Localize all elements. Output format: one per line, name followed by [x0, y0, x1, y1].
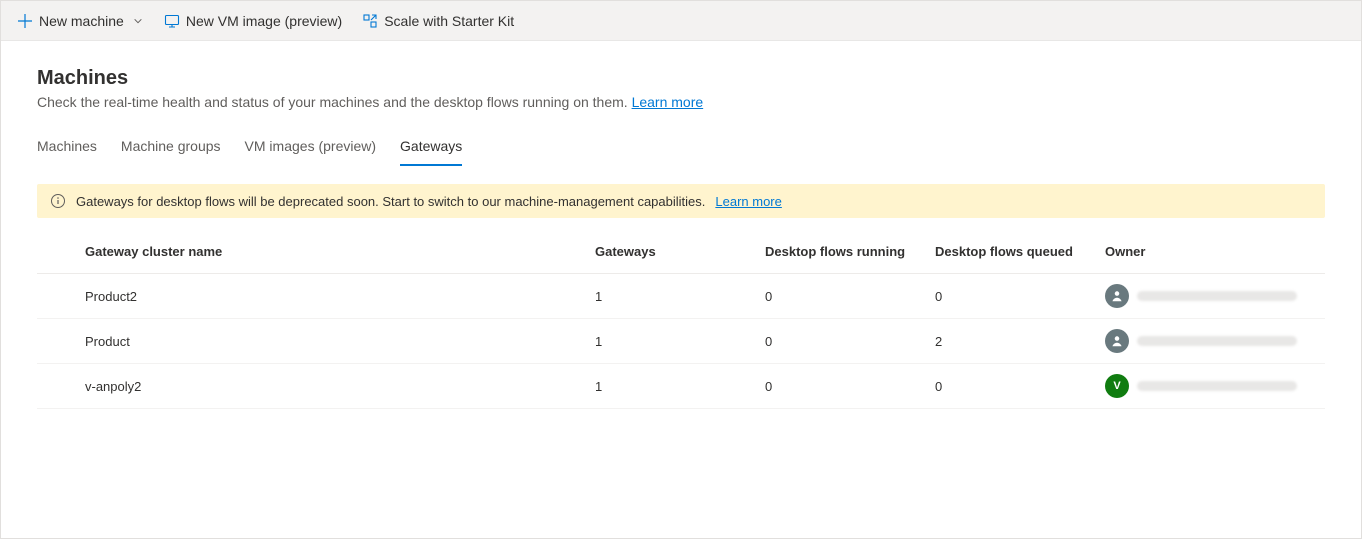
- col-header-gateways[interactable]: Gateways: [587, 230, 757, 274]
- cell-queued: 0: [927, 274, 1097, 319]
- gateways-table: Gateway cluster name Gateways Desktop fl…: [37, 230, 1325, 409]
- cell-running: 0: [757, 274, 927, 319]
- cell-gateways: 1: [587, 274, 757, 319]
- avatar-icon: [1105, 329, 1129, 353]
- page-description: Check the real-time health and status of…: [37, 94, 1325, 110]
- tab-gateways[interactable]: Gateways: [400, 128, 462, 166]
- owner-name-redacted: [1137, 336, 1297, 346]
- col-header-running[interactable]: Desktop flows running: [757, 230, 927, 274]
- tab-vm-images[interactable]: VM images (preview): [245, 128, 376, 166]
- command-bar: New machine New VM image (preview) Scale…: [1, 1, 1361, 41]
- app-frame: New machine New VM image (preview) Scale…: [0, 0, 1362, 539]
- cell-name[interactable]: Product2: [37, 274, 587, 319]
- plus-icon: [17, 13, 33, 29]
- new-vm-image-button[interactable]: New VM image (preview): [156, 5, 350, 37]
- scale-starter-kit-label: Scale with Starter Kit: [384, 13, 514, 29]
- learn-more-link[interactable]: Learn more: [632, 94, 704, 110]
- avatar-icon: [1105, 284, 1129, 308]
- cell-running: 0: [757, 364, 927, 409]
- page-title: Machines: [37, 67, 1325, 90]
- tab-machine-groups[interactable]: Machine groups: [121, 128, 221, 166]
- cell-gateways: 1: [587, 319, 757, 364]
- col-header-queued[interactable]: Desktop flows queued: [927, 230, 1097, 274]
- cell-owner: [1097, 274, 1325, 319]
- monitor-icon: [164, 13, 180, 29]
- table-header-row: Gateway cluster name Gateways Desktop fl…: [37, 230, 1325, 274]
- owner-name-redacted: [1137, 381, 1297, 391]
- cell-queued: 2: [927, 319, 1097, 364]
- owner-name-redacted: [1137, 291, 1297, 301]
- new-vm-image-label: New VM image (preview): [186, 13, 342, 29]
- table-row[interactable]: Product2100: [37, 274, 1325, 319]
- cell-running: 0: [757, 319, 927, 364]
- table-row[interactable]: v-anpoly2100V: [37, 364, 1325, 409]
- cell-name[interactable]: v-anpoly2: [37, 364, 587, 409]
- page-description-text: Check the real-time health and status of…: [37, 94, 628, 110]
- cell-owner: [1097, 319, 1325, 364]
- cell-owner: V: [1097, 364, 1325, 409]
- new-machine-label: New machine: [39, 13, 124, 29]
- avatar-icon: V: [1105, 374, 1129, 398]
- tab-machines[interactable]: Machines: [37, 128, 97, 166]
- banner-text: Gateways for desktop flows will be depre…: [76, 194, 705, 209]
- deprecation-banner: Gateways for desktop flows will be depre…: [37, 184, 1325, 218]
- info-icon: [50, 193, 66, 209]
- table-row[interactable]: Product102: [37, 319, 1325, 364]
- banner-learn-more-link[interactable]: Learn more: [715, 194, 781, 209]
- cell-gateways: 1: [587, 364, 757, 409]
- cell-name[interactable]: Product: [37, 319, 587, 364]
- scale-starter-kit-button[interactable]: Scale with Starter Kit: [354, 5, 522, 37]
- col-header-owner[interactable]: Owner: [1097, 230, 1325, 274]
- page-header: Machines Check the real-time health and …: [1, 41, 1361, 166]
- tab-bar: Machines Machine groups VM images (previ…: [37, 128, 1325, 166]
- cell-queued: 0: [927, 364, 1097, 409]
- scale-icon: [362, 13, 378, 29]
- col-header-name[interactable]: Gateway cluster name: [37, 230, 587, 274]
- chevron-down-icon: [132, 15, 144, 27]
- new-machine-button[interactable]: New machine: [9, 5, 152, 37]
- gateways-table-container: Gateway cluster name Gateways Desktop fl…: [1, 218, 1361, 409]
